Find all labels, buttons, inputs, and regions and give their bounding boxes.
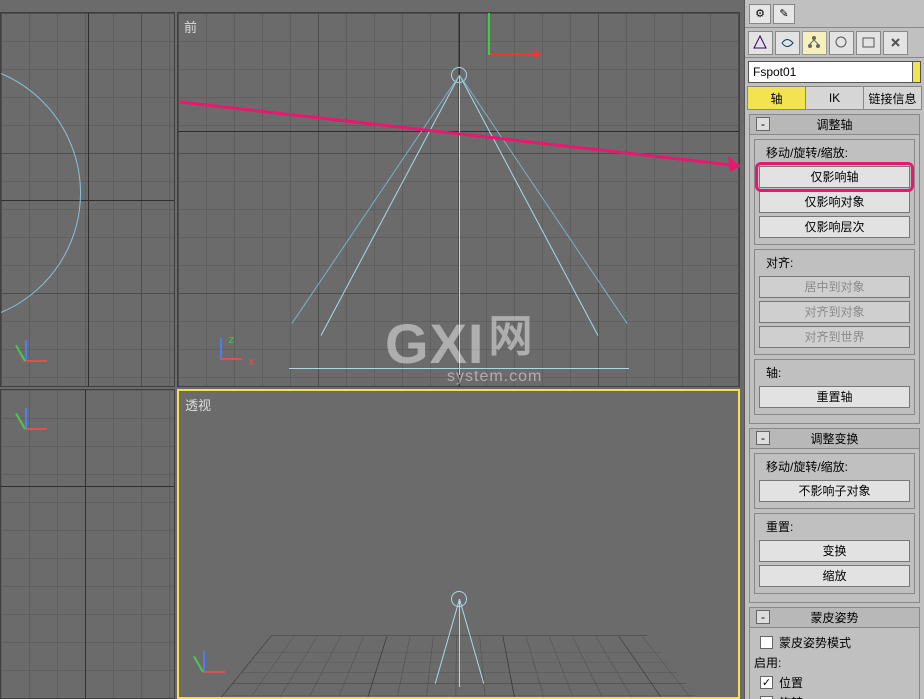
group-move-rotate-scale-2: 移动/旋转/缩放: 不影响子对象 xyxy=(754,453,915,509)
tab-pivot[interactable]: 轴 xyxy=(747,86,806,110)
axis-tripod xyxy=(193,647,229,683)
axis-v xyxy=(85,390,86,698)
display-tab-icon[interactable] xyxy=(856,31,881,55)
panel-tab-icons xyxy=(745,28,924,58)
tool-icon[interactable]: ⚙ xyxy=(749,4,771,24)
rollout-header[interactable]: 蒙皮姿势 xyxy=(750,608,919,628)
tab-link-info[interactable]: 链接信息 xyxy=(864,86,922,110)
viewport-bottom-left[interactable] xyxy=(0,389,175,699)
object-name-input[interactable] xyxy=(748,61,913,83)
axis-tripod xyxy=(15,404,51,440)
viewport-front[interactable]: 前 z x xyxy=(177,12,740,387)
spotlight-centerline xyxy=(459,75,460,375)
align-to-world-button[interactable]: 对齐到世界 xyxy=(759,326,910,348)
rollout-header[interactable]: 调整轴 xyxy=(750,115,919,135)
create-tab-icon[interactable] xyxy=(748,31,773,55)
align-to-object-button[interactable]: 对齐到对象 xyxy=(759,301,910,323)
axis-v xyxy=(88,13,89,386)
spotlight-cone-base xyxy=(289,368,629,369)
axis-tripod xyxy=(15,336,51,372)
enable-label: 启用: xyxy=(754,654,781,671)
group-legend: 移动/旋转/缩放: xyxy=(763,144,851,161)
axis-label-x: x xyxy=(248,355,255,368)
utilities-tab-icon[interactable] xyxy=(883,31,908,55)
viewport-label: 透视 xyxy=(185,395,211,414)
group-legend: 重置: xyxy=(763,518,796,535)
affect-object-only-button[interactable]: 仅影响对象 xyxy=(759,191,910,213)
rollout-adjust-transform: 调整变换 移动/旋转/缩放: 不影响子对象 重置: 变换 缩放 xyxy=(749,428,920,603)
skin-pose-mode-checkbox[interactable] xyxy=(760,636,773,649)
rotation-label: 旋转 xyxy=(779,694,803,699)
group-axis: 轴: 重置轴 xyxy=(754,359,915,415)
spotlight-centerline xyxy=(459,599,460,687)
affect-hierarchy-only-button[interactable]: 仅影响层次 xyxy=(759,216,910,238)
group-move-rotate-scale: 移动/旋转/缩放: 仅影响轴 仅影响对象 仅影响层次 xyxy=(754,139,915,245)
viewport-label: 前 xyxy=(184,17,197,36)
skin-pose-mode-label: 蒙皮姿势模式 xyxy=(779,634,851,651)
group-reset: 重置: 变换 缩放 xyxy=(754,513,915,594)
reset-scale-button[interactable]: 缩放 xyxy=(759,565,910,587)
rotation-checkbox[interactable]: ✓ xyxy=(760,696,773,699)
tab-ik[interactable]: IK xyxy=(806,86,864,110)
rollout-skin-pose: 蒙皮姿势 蒙皮姿势模式 启用: ✓ 位置 ✓ 旋转 ✓ xyxy=(749,607,920,699)
toolbar-top: ⚙ ✎ xyxy=(745,0,924,28)
tool-icon[interactable]: ✎ xyxy=(773,4,795,24)
reset-pivot-button[interactable]: 重置轴 xyxy=(759,386,910,408)
rollout-header[interactable]: 调整变换 xyxy=(750,429,919,449)
center-to-object-button[interactable]: 居中到对象 xyxy=(759,276,910,298)
position-checkbox[interactable]: ✓ xyxy=(760,676,773,689)
group-legend: 移动/旋转/缩放: xyxy=(763,458,851,475)
viewport-top-left[interactable] xyxy=(0,12,175,387)
dont-affect-children-button[interactable]: 不影响子对象 xyxy=(759,480,910,502)
rollout-adjust-pivot: 调整轴 移动/旋转/缩放: 仅影响轴 仅影响对象 仅影响层次 对齐: 居中到对象… xyxy=(749,114,920,424)
position-label: 位置 xyxy=(779,674,803,691)
motion-tab-icon[interactable] xyxy=(829,31,854,55)
modify-tab-icon[interactable] xyxy=(775,31,800,55)
axis-tripod xyxy=(210,334,246,370)
object-color-swatch[interactable] xyxy=(913,61,921,83)
axis-h xyxy=(1,486,174,487)
hierarchy-tab-icon[interactable] xyxy=(802,31,827,55)
command-panel: ⚙ ✎ 轴 IK 链接信息 调整轴 移动/旋转/缩放: 仅影响轴 xyxy=(744,0,924,699)
group-legend: 轴: xyxy=(763,364,784,381)
group-align: 对齐: 居中到对象 对齐到对象 对齐到世界 xyxy=(754,249,915,355)
affect-pivot-only-button[interactable]: 仅影响轴 xyxy=(759,166,910,188)
group-legend: 对齐: xyxy=(763,254,796,271)
viewport-perspective[interactable]: 透视 xyxy=(177,389,740,699)
reset-transform-button[interactable]: 变换 xyxy=(759,540,910,562)
